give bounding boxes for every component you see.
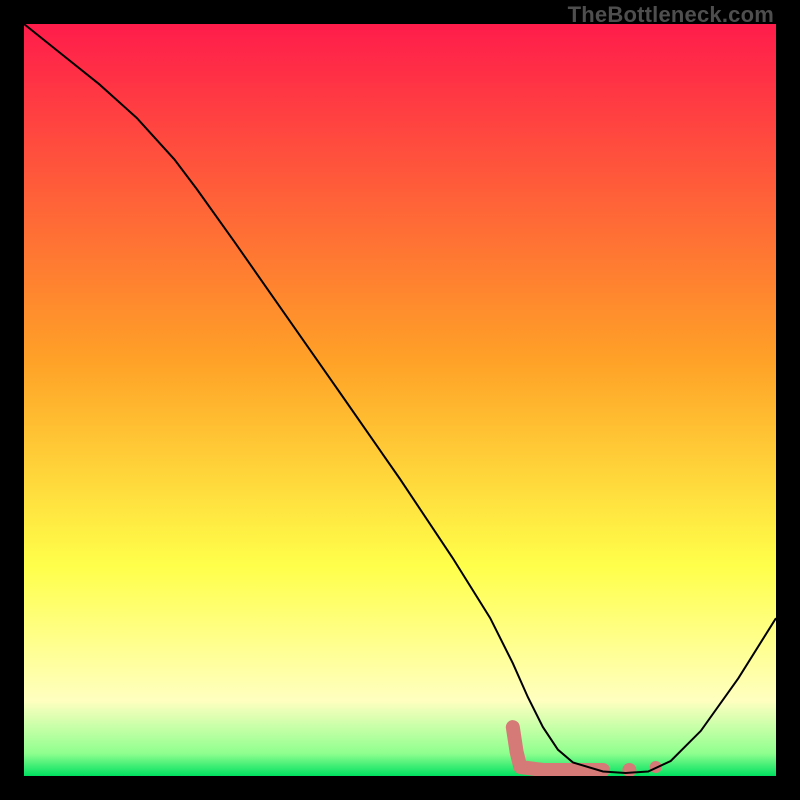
chart-frame xyxy=(24,24,776,776)
bottleneck-chart xyxy=(24,24,776,776)
watermark-text: TheBottleneck.com xyxy=(568,2,774,28)
gradient-background xyxy=(24,24,776,776)
